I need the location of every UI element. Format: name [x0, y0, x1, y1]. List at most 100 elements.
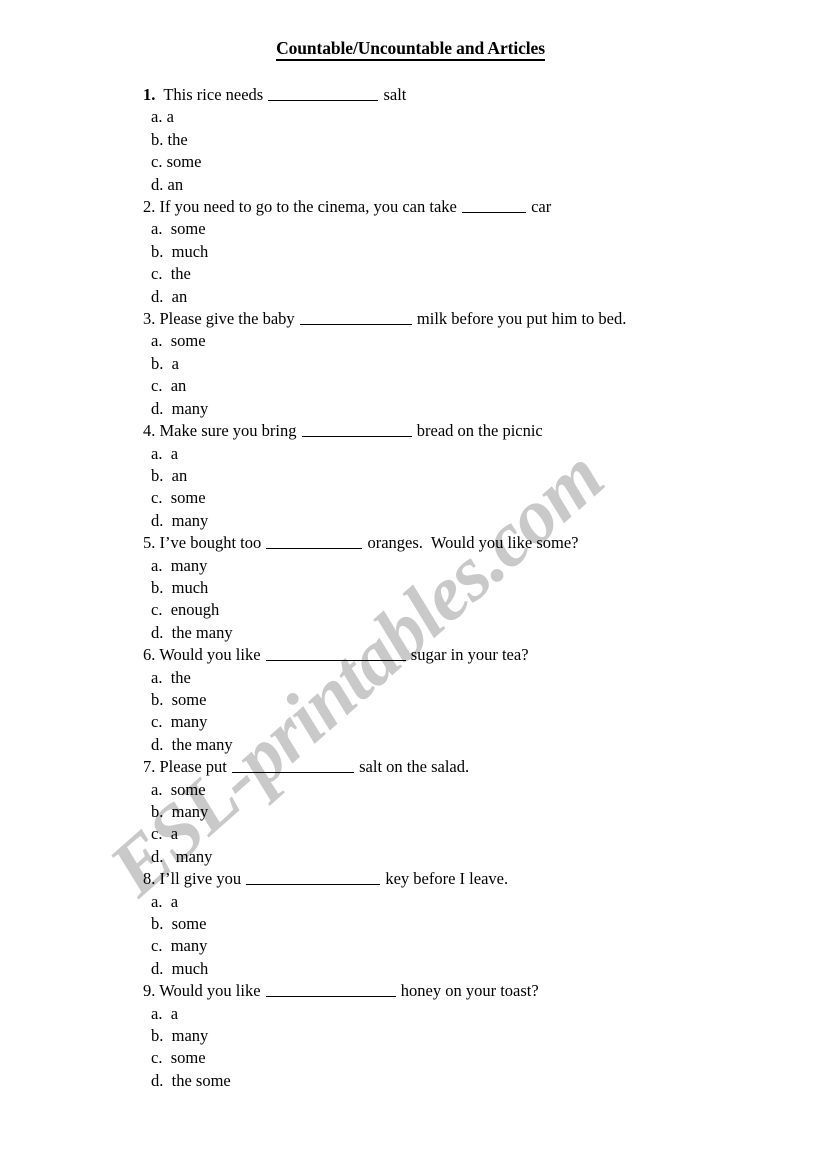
answer-option[interactable]: b. many [143, 1025, 801, 1047]
question-text-before-blank: If you need to go to the cinema, you can… [155, 197, 461, 217]
option-gap [162, 556, 170, 575]
question-number: 4. [143, 421, 156, 441]
option-label: some [171, 689, 207, 709]
option-gap [162, 376, 170, 395]
question-text-before-blank: Would you like [155, 645, 265, 665]
answer-blank[interactable] [265, 648, 406, 662]
answer-option[interactable]: c. a [143, 823, 801, 845]
answer-option[interactable]: c. many [143, 711, 801, 733]
answer-option[interactable]: b. many [143, 801, 801, 823]
option-gap [163, 1026, 171, 1045]
option-gap [163, 847, 171, 866]
question-stem: 1. This rice needs salt [143, 84, 801, 106]
answer-option[interactable]: b. much [143, 577, 801, 599]
answer-blank[interactable] [461, 200, 526, 214]
question-text-after-blank: oranges. Would you like some? [363, 533, 579, 553]
option-gap [163, 735, 171, 754]
question-text-after-blank: car [526, 197, 552, 217]
question-text-after-blank: milk before you put him to bed. [412, 309, 627, 329]
answer-option[interactable]: b. a [143, 353, 801, 375]
option-label: the [167, 129, 188, 149]
option-label: many [170, 936, 208, 956]
option-letter: d. [151, 622, 164, 642]
answer-option[interactable]: c. an [143, 375, 801, 397]
option-gap [163, 578, 171, 597]
answer-option[interactable]: d. many [143, 846, 801, 868]
question-number: 5. [143, 533, 156, 553]
answer-option[interactable]: a. some [143, 779, 801, 801]
option-letter: b. [151, 914, 164, 934]
answer-option[interactable]: b. some [143, 689, 801, 711]
option-letter: d. [151, 174, 164, 194]
option-letter: d. [151, 1070, 164, 1090]
answer-option[interactable]: a. the [143, 667, 801, 689]
answer-option[interactable]: d. many [143, 510, 801, 532]
answer-option[interactable]: a. some [143, 330, 801, 352]
answer-option[interactable]: b. an [143, 465, 801, 487]
question-stem: 2. If you need to go to the cinema, you … [143, 196, 801, 218]
answer-option[interactable]: d. the some [143, 1070, 801, 1092]
option-label: many [170, 712, 208, 732]
answer-option[interactable]: a. a [143, 891, 801, 913]
answer-option[interactable]: d. an [143, 286, 801, 308]
option-letter: c. [151, 1048, 163, 1068]
answer-option[interactable]: c. some [143, 1047, 801, 1069]
worksheet-page: Countable/Uncountable and Articles 1. Th… [0, 0, 821, 1169]
option-gap [163, 466, 171, 485]
question-text-after-blank: key before I leave. [381, 869, 509, 889]
answer-blank[interactable] [299, 312, 412, 326]
question-block: 9. Would you like honey on your toast? a.… [143, 980, 801, 1092]
answer-option[interactable]: c. some [143, 151, 801, 173]
option-label: an [171, 465, 188, 485]
question-block: 3. Please give the baby milk before you … [143, 308, 801, 420]
option-letter: a. [151, 891, 163, 911]
option-gap [163, 287, 171, 306]
question-block: 1. This rice needs salt a. a b. the c. some… [143, 84, 801, 196]
option-gap [162, 668, 170, 687]
answer-option[interactable]: b. the [143, 129, 801, 151]
option-gap [163, 1071, 171, 1090]
answer-blank[interactable] [268, 88, 379, 101]
question-block: 4. Make sure you bring bread on the picn… [143, 420, 801, 532]
option-label: the many [171, 622, 233, 642]
option-label: the [170, 264, 191, 284]
option-letter: c. [151, 264, 163, 284]
option-label: some [171, 914, 207, 934]
option-label: the some [171, 1070, 231, 1090]
answer-blank[interactable] [265, 984, 396, 998]
answer-option[interactable]: a. a [143, 443, 801, 465]
answer-option[interactable]: b. some [143, 913, 801, 935]
question-text-after-blank: salt [379, 85, 407, 104]
option-letter: b. [151, 802, 164, 821]
option-label: a [171, 353, 179, 373]
answer-blank[interactable] [246, 872, 381, 886]
option-letter: d. [151, 510, 164, 530]
answer-option[interactable]: d. the many [143, 622, 801, 644]
answer-option[interactable]: c. enough [143, 599, 801, 621]
answer-option[interactable]: a. many [143, 555, 801, 577]
answer-option[interactable]: c. some [143, 487, 801, 509]
option-letter: b. [151, 1026, 164, 1046]
answer-option[interactable]: a. some [143, 218, 801, 240]
answer-option[interactable]: d. much [143, 958, 801, 980]
option-letter: c. [151, 936, 163, 956]
answer-option[interactable]: d. the many [143, 734, 801, 756]
answer-blank[interactable] [266, 536, 363, 550]
option-label: enough [170, 600, 220, 620]
option-letter: b. [151, 353, 164, 373]
answer-blank[interactable] [301, 424, 412, 438]
page-title: Countable/Uncountable and Articles [0, 38, 821, 61]
answer-option[interactable]: d. many [143, 398, 801, 420]
answer-option[interactable]: c. the [143, 263, 801, 285]
option-gap [162, 780, 170, 799]
option-letter: a. [151, 667, 163, 687]
answer-option[interactable]: a. a [143, 106, 801, 128]
answer-blank[interactable] [232, 760, 354, 774]
answer-option[interactable]: b. much [143, 241, 801, 263]
option-label: the many [171, 734, 233, 754]
question-stem: 3. Please give the baby milk before you … [143, 308, 801, 330]
answer-option[interactable]: a. a [143, 1003, 801, 1025]
option-letter: d. [151, 846, 164, 866]
answer-option[interactable]: c. many [143, 935, 801, 957]
answer-option[interactable]: d. an [143, 174, 801, 196]
